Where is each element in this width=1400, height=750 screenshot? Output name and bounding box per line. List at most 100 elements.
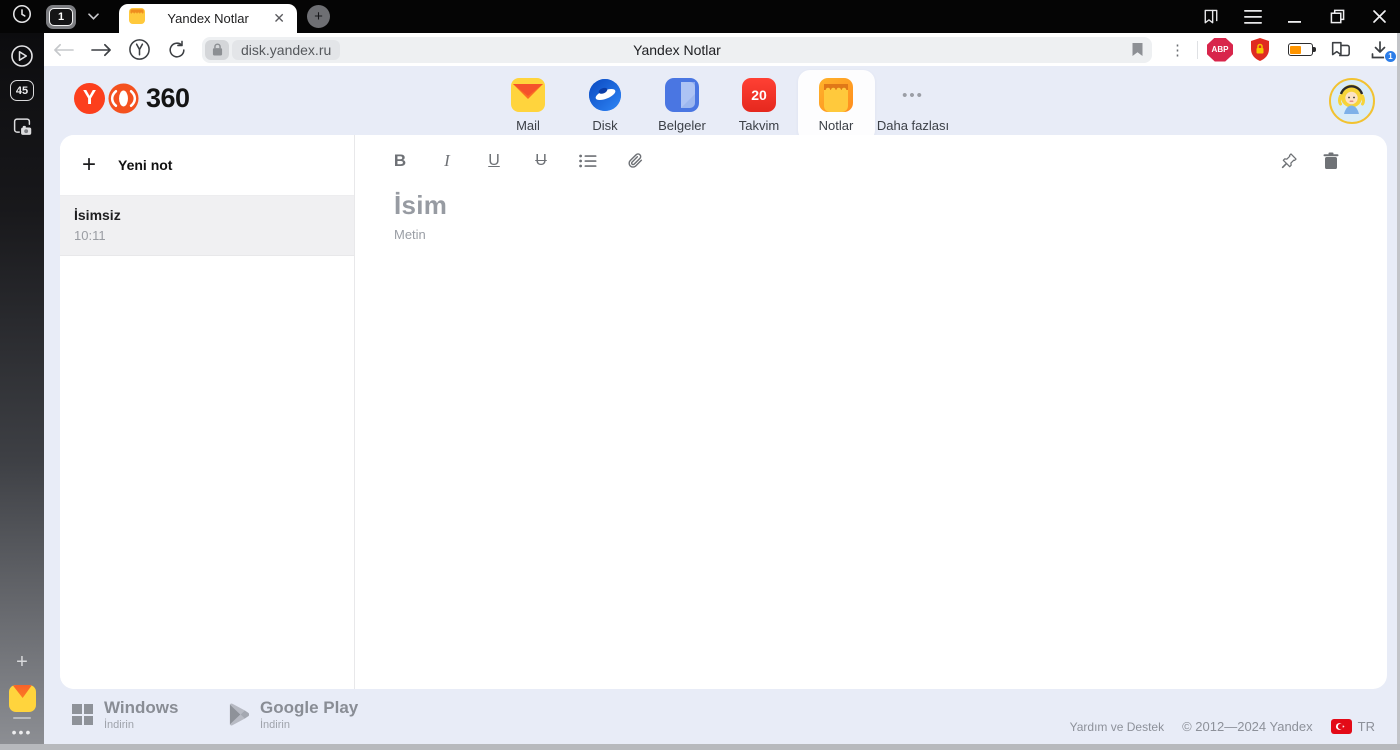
close-window-button[interactable] bbox=[1358, 0, 1400, 33]
window-border-bottom[interactable] bbox=[0, 744, 1400, 750]
address-bar[interactable]: disk.yandex.ru Yandex Notlar bbox=[202, 36, 1152, 63]
user-avatar[interactable] bbox=[1329, 78, 1375, 124]
note-title-input[interactable]: İsim bbox=[394, 190, 447, 221]
history-button[interactable] bbox=[0, 3, 44, 30]
download-windows-link[interactable]: Windows İndirin bbox=[72, 699, 178, 731]
tab-title: Yandex Notlar bbox=[167, 11, 249, 26]
service-disk[interactable]: Disk bbox=[567, 70, 644, 142]
download-googleplay-link[interactable]: Google Play İndirin bbox=[228, 699, 358, 731]
service-calendar[interactable]: 20 Takvim bbox=[721, 70, 798, 142]
page-title: Yandex Notlar bbox=[633, 41, 721, 58]
service-label: Mail bbox=[516, 118, 540, 133]
tab-favicon-notes-icon bbox=[129, 8, 145, 29]
minimize-button[interactable] bbox=[1274, 0, 1316, 33]
service-mail[interactable]: Mail bbox=[490, 70, 567, 142]
attach-button[interactable] bbox=[621, 147, 649, 175]
calendar-day: 20 bbox=[751, 87, 767, 103]
documents-icon bbox=[665, 78, 699, 112]
restore-button[interactable] bbox=[1316, 0, 1358, 33]
yandex-mail-shortcut[interactable] bbox=[0, 685, 44, 712]
download-count-badge: 1 bbox=[1384, 49, 1397, 63]
adblock-extension-button[interactable]: ABP bbox=[1200, 36, 1240, 64]
bookmark-panel-icon bbox=[1204, 9, 1218, 23]
download-action: İndirin bbox=[104, 718, 134, 731]
italic-button[interactable]: I bbox=[433, 147, 461, 175]
add-panel-item-button[interactable]: + bbox=[0, 651, 44, 674]
close-icon bbox=[1372, 10, 1386, 23]
url-text[interactable]: disk.yandex.ru bbox=[232, 39, 341, 60]
mail-icon bbox=[511, 78, 545, 112]
forward-button[interactable] bbox=[82, 36, 120, 64]
yandex-protect-button[interactable] bbox=[120, 36, 158, 64]
active-tab[interactable]: Yandex Notlar ✕ bbox=[119, 4, 297, 33]
battery-icon bbox=[1287, 43, 1316, 56]
hamburger-icon bbox=[1244, 9, 1262, 24]
turkey-flag-icon[interactable] bbox=[1330, 719, 1352, 734]
refresh-button[interactable] bbox=[158, 36, 196, 64]
notes-app-card: + Yeni not İsimsiz 10:11 B I U U İsim Me… bbox=[60, 135, 1387, 689]
battery-saver-button[interactable] bbox=[1280, 36, 1320, 64]
locale-label[interactable]: TR bbox=[1358, 719, 1375, 734]
player-button[interactable] bbox=[0, 44, 44, 68]
notes-icon bbox=[819, 78, 853, 112]
windows-logo-icon bbox=[72, 704, 93, 726]
list-button[interactable] bbox=[574, 147, 602, 175]
score-badge: 45 bbox=[10, 80, 34, 101]
tab-counter-value: 1 bbox=[49, 7, 73, 26]
tab-close-icon[interactable]: ✕ bbox=[271, 10, 287, 27]
back-button[interactable] bbox=[44, 36, 82, 64]
protect-shield-button[interactable] bbox=[1240, 36, 1280, 64]
strikethrough-button[interactable]: U bbox=[527, 147, 555, 175]
service-notes[interactable]: Notlar bbox=[797, 70, 875, 142]
address-menu-button[interactable]: ⋮ bbox=[1160, 41, 1195, 59]
services-nav: Mail Disk Belgeler 20 Takvim Notlar ••• … bbox=[44, 70, 1397, 142]
ssl-lock-chip[interactable] bbox=[205, 39, 229, 60]
new-note-button[interactable]: + Yeni not bbox=[60, 135, 354, 196]
bold-button[interactable]: B bbox=[386, 147, 414, 175]
browser-side-panel: 45 + ••• bbox=[0, 0, 44, 744]
mail-app-icon bbox=[8, 685, 36, 712]
pin-note-button[interactable] bbox=[1275, 147, 1303, 175]
notes-list-panel: + Yeni not İsimsiz 10:11 bbox=[60, 135, 355, 689]
bookmark-button[interactable] bbox=[1131, 42, 1144, 57]
service-label: Takvim bbox=[738, 118, 780, 133]
service-documents[interactable]: Belgeler bbox=[644, 70, 721, 142]
new-tab-button[interactable]: + bbox=[307, 5, 330, 28]
extensions-button[interactable] bbox=[1320, 36, 1360, 64]
tab-counter-button[interactable]: 1 bbox=[46, 4, 76, 29]
browser-window: 1 Yandex Notlar ✕ + disk.yandex.ru Yande… bbox=[0, 0, 1400, 750]
note-title: İsimsiz bbox=[74, 207, 121, 223]
downloads-button[interactable]: 1 bbox=[1360, 36, 1400, 64]
help-support-link[interactable]: Yardım ve Destek bbox=[1070, 720, 1164, 734]
pin-icon bbox=[1281, 153, 1297, 169]
delete-note-button[interactable] bbox=[1317, 147, 1345, 175]
avatar-image bbox=[1331, 80, 1372, 121]
tab-list-chevron-icon[interactable] bbox=[82, 11, 105, 23]
service-label: Daha fazlası bbox=[876, 118, 950, 133]
format-toolbar: B I U U bbox=[386, 147, 649, 175]
browser-menu-button[interactable] bbox=[1232, 0, 1274, 33]
restore-icon bbox=[1330, 9, 1344, 24]
page-content: Y 360 Mail Disk Belgeler 20 Takvim Notla… bbox=[44, 66, 1397, 744]
yandex-y-circle-icon bbox=[128, 39, 150, 60]
calendar-icon: 20 bbox=[742, 78, 776, 112]
plus-icon: + bbox=[16, 651, 28, 673]
score-badge-button[interactable]: 45 bbox=[0, 80, 44, 101]
side-panel-more-button[interactable]: ••• bbox=[0, 724, 44, 740]
screenshot-camera-icon bbox=[13, 118, 32, 135]
forward-arrow-icon bbox=[90, 43, 111, 56]
new-note-label: Yeni not bbox=[118, 157, 173, 173]
service-label: Disk bbox=[592, 118, 618, 133]
service-more[interactable]: ••• Daha fazlası bbox=[875, 70, 952, 142]
underline-button[interactable]: U bbox=[480, 147, 508, 175]
download-platform: Windows bbox=[104, 698, 179, 717]
minimize-icon bbox=[1288, 20, 1301, 23]
note-body-input[interactable]: Metin bbox=[394, 227, 426, 242]
extensions-icon bbox=[1331, 41, 1350, 56]
screenshot-button[interactable] bbox=[0, 115, 44, 139]
disk-icon bbox=[589, 79, 621, 111]
sidebar-toggle-button[interactable] bbox=[1190, 0, 1232, 33]
note-list-item[interactable]: İsimsiz 10:11 bbox=[60, 196, 354, 256]
download-action: İndirin bbox=[260, 718, 290, 731]
paperclip-icon bbox=[627, 153, 642, 168]
